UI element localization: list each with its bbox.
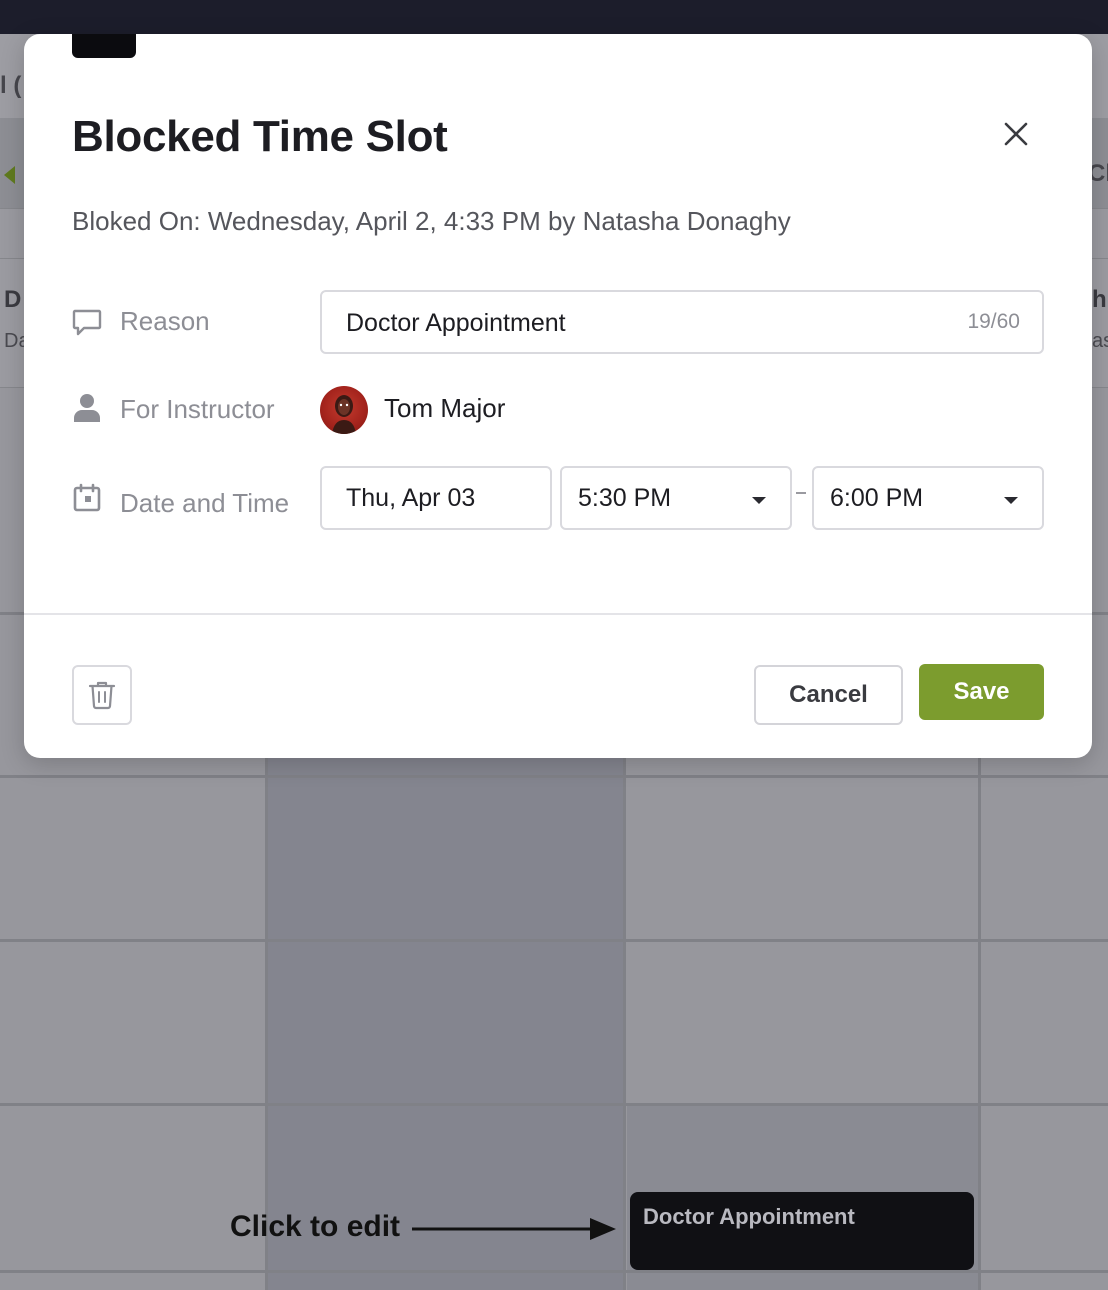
chevron-down-icon [752, 497, 766, 504]
date-time-label: Date and Time [120, 488, 290, 518]
calendar-icon [73, 483, 101, 512]
close-icon[interactable] [996, 114, 1036, 154]
blocked-on-info: Bloked On: Wednesday, April 2, 4:33 PM b… [72, 206, 791, 236]
instructor-name: Tom Major [384, 393, 506, 423]
start-time-select[interactable]: 5:30 PM [560, 466, 792, 530]
grid-line [0, 1103, 1108, 1106]
chevron-down-icon [1004, 497, 1018, 504]
end-time-value: 6:00 PM [830, 484, 924, 512]
trash-icon [88, 681, 116, 710]
reason-label: Reason [120, 306, 210, 336]
background-day-title: D [4, 286, 22, 313]
reason-input[interactable] [346, 308, 926, 338]
dialog-title: Blocked Time Slot [72, 112, 448, 161]
reason-field[interactable]: 19/60 [320, 290, 1044, 354]
background-header-fragment: l ( [0, 72, 22, 99]
grid-line [0, 939, 1108, 942]
instructor-label: For Instructor [120, 394, 275, 424]
grid-line [0, 775, 1108, 778]
blocked-time-slot-dialog: Blocked Time Slot Bloked On: Wednesday, … [24, 34, 1092, 758]
annotation-label: Click to edit [230, 1210, 401, 1243]
app-topbar [0, 0, 1108, 34]
cancel-button[interactable]: Cancel [754, 665, 903, 725]
prev-arrow-icon[interactable] [4, 166, 15, 184]
delete-button[interactable] [72, 665, 132, 725]
reason-char-counter: 19/60 [967, 310, 1020, 333]
dialog-tab [72, 34, 136, 58]
person-icon [74, 394, 100, 422]
background-day-title-right: h [1092, 286, 1107, 313]
dialog-divider [24, 613, 1092, 615]
avatar [320, 386, 368, 434]
blocked-event-chip[interactable]: Doctor Appointment [630, 1192, 974, 1270]
time-range-separator [796, 492, 806, 494]
save-button[interactable]: Save [919, 664, 1044, 720]
date-picker[interactable]: Thu, Apr 03 [320, 466, 552, 530]
start-time-value: 5:30 PM [578, 484, 672, 512]
background-day-subtitle-right: as [1092, 330, 1108, 352]
annotation-arrow-icon [412, 1218, 616, 1240]
end-time-select[interactable]: 6:00 PM [812, 466, 1044, 530]
comment-icon [72, 309, 102, 336]
date-value: Thu, Apr 03 [346, 484, 476, 512]
grid-line [0, 1270, 1108, 1273]
